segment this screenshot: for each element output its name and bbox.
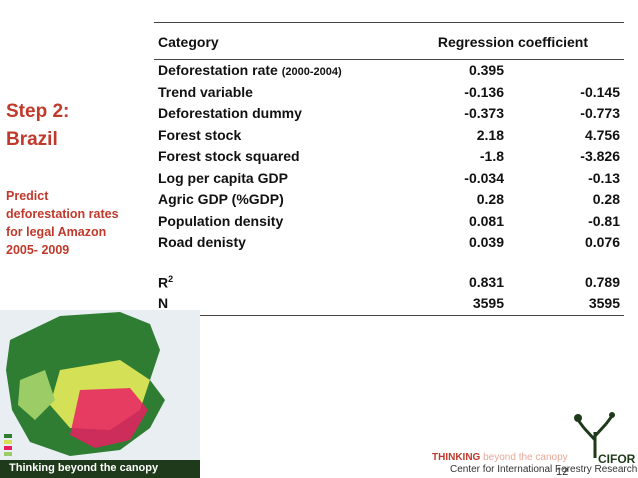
row-value-1: 0.395 [468, 62, 504, 78]
r2-superscript: 2 [168, 273, 174, 284]
amazon-map-image [0, 310, 200, 462]
page-number: 12 [556, 466, 569, 478]
row-value-2: -0.81 [588, 212, 620, 229]
row-value-1: 0.28 [476, 191, 504, 207]
table-row: Forest stock squared -1.8 -3.826 [154, 146, 624, 168]
r2-label-text: R [158, 274, 169, 291]
subtitle-line: Predict [6, 189, 49, 203]
table-row: Trend variable -0.136 -0.145 [154, 82, 624, 104]
cifor-tagline: THINKING beyond the canopy [432, 452, 568, 463]
table-row: Forest stock 2.18 4.756 [154, 125, 624, 147]
table-row-r2: R2 0.831 0.789 [154, 272, 624, 294]
tagline-rest: beyond the canopy [480, 452, 568, 463]
n-value-2: 3595 [588, 295, 620, 311]
step-subtitle: Predict deforestation rates for legal Am… [6, 187, 119, 259]
n-label: N [158, 295, 169, 311]
row-value-1: -0.136 [464, 83, 504, 100]
table-row: Population density 0.081 -0.81 [154, 211, 624, 233]
row-value-2: -0.773 [580, 105, 620, 121]
footer-bar: Thinking beyond the canopy [0, 460, 200, 478]
row-value-1: -0.373 [464, 105, 504, 121]
row-label: Trend variable [158, 83, 253, 100]
row-label: Deforestation dummy [158, 105, 302, 121]
row-value-1: -1.8 [479, 148, 504, 164]
step-title: Step 2: Brazil [6, 98, 69, 154]
step-title-line2: Brazil [6, 129, 58, 150]
row-label: Road denisty [158, 234, 246, 250]
subtitle-line: deforestation rates [6, 207, 119, 221]
r2-label: R2 [158, 274, 173, 291]
table-row: Log per capita GDP -0.034 -0.13 [154, 168, 624, 190]
row-value-2: -3.826 [580, 148, 620, 164]
row-value-2: 0.076 [584, 234, 620, 250]
row-value-1: -0.034 [464, 169, 504, 186]
row-value-2: 0.28 [592, 191, 620, 207]
amazon-map-graphic [0, 310, 200, 462]
table-spacer [154, 254, 624, 272]
row-value-2: -0.145 [580, 83, 620, 100]
n-value-1: 3595 [472, 295, 504, 311]
table-row: Road denisty 0.039 0.076 [154, 232, 624, 254]
table-header-row: Category Regression coefficient [154, 23, 624, 59]
row-value-1: 2.18 [476, 126, 504, 143]
row-label: Population density [158, 212, 284, 229]
row-value-2: -0.13 [588, 169, 620, 186]
row-value-2: 4.756 [584, 126, 620, 143]
subtitle-line: for legal Amazon [6, 225, 107, 239]
table-row: Deforestation dummy -0.373 -0.773 [154, 103, 624, 125]
header-category: Category [158, 34, 219, 50]
row-label: Log per capita GDP [158, 169, 288, 186]
step-title-line1: Step 2: [6, 101, 70, 122]
regression-table: Category Regression coefficient Deforest… [154, 22, 624, 316]
row-label-text: Deforestation rate [158, 62, 282, 78]
footer-tagline-left: Thinking beyond the canopy [9, 462, 159, 474]
table-row: Agric GDP (%GDP) 0.28 0.28 [154, 189, 624, 211]
row-label: Deforestation rate (2000-2004) [158, 62, 342, 78]
org-full-name: Center for International Forestry Resear… [450, 464, 638, 475]
subtitle-line: 2005- 2009 [6, 243, 70, 257]
row-label: Forest stock [158, 126, 242, 143]
r2-value-1: 0.831 [468, 273, 504, 290]
row-label: Forest stock squared [158, 148, 300, 164]
row-label: Agric GDP (%GDP) [158, 191, 284, 207]
header-coefficient: Regression coefficient [437, 34, 588, 50]
r2-value-2: 0.789 [584, 273, 620, 290]
table-row: Deforestation rate (2000-2004) 0.395 [154, 60, 624, 82]
tagline-bold: THINKING [432, 452, 481, 463]
table-row-n: N 3595 3595 [154, 293, 624, 315]
row-value-1: 0.081 [468, 212, 504, 229]
row-label-note: (2000-2004) [281, 66, 342, 78]
row-value-1: 0.039 [468, 234, 504, 250]
cifor-logo-area: THINKING beyond the canopy CIFOR Center … [430, 412, 638, 478]
table-bottom-rule [154, 314, 624, 316]
